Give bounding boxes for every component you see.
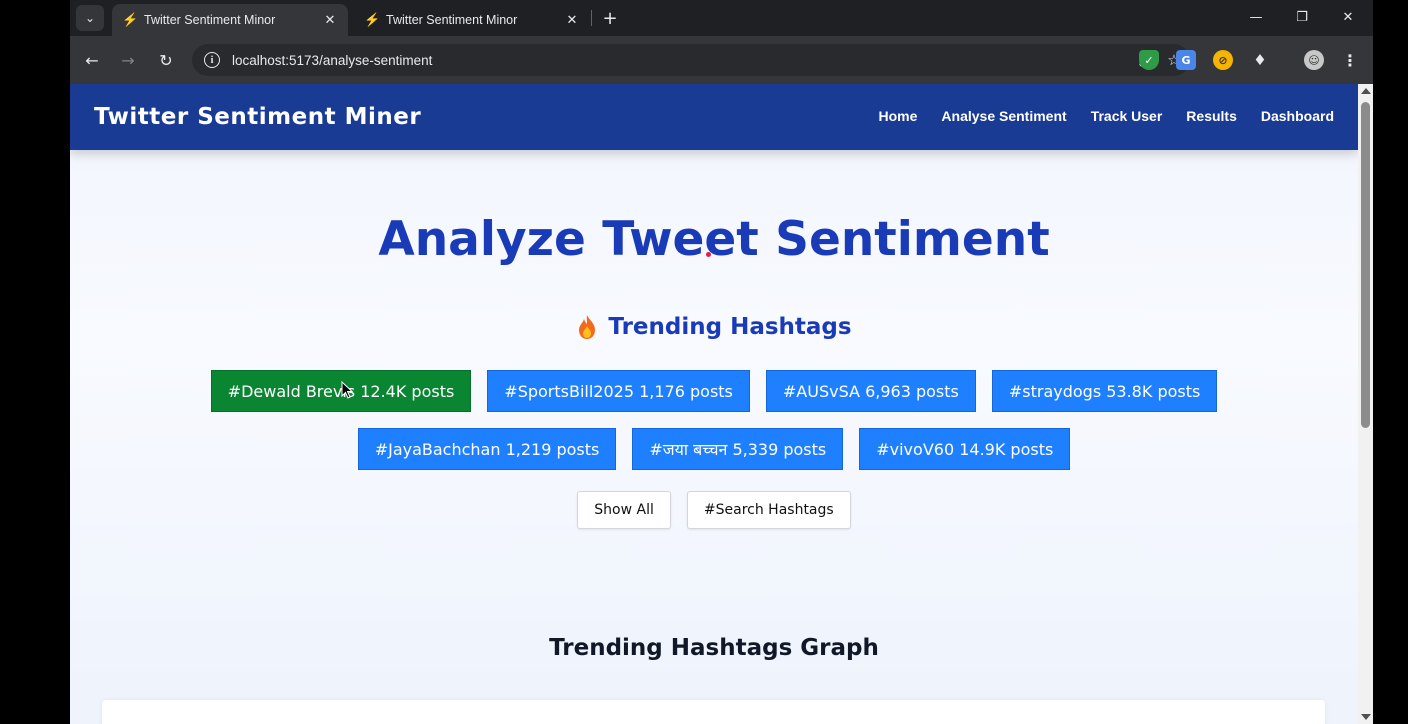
extension-icon[interactable]: ⊘ xyxy=(1213,50,1233,70)
tab-inactive[interactable]: ⚡ Twitter Sentiment Minor ✕ xyxy=(354,4,590,36)
tab-bar: ⌄ ⚡ Twitter Sentiment Minor ✕ ⚡ Twitter … xyxy=(70,0,1373,36)
shield-extension-icon[interactable]: ✓ xyxy=(1139,50,1159,70)
search-hashtags-button[interactable]: #Search Hashtags xyxy=(686,491,851,529)
trending-heading: Trending Hashtags xyxy=(70,314,1358,340)
scroll-thumb[interactable] xyxy=(1361,102,1370,428)
tab-divider xyxy=(591,10,592,26)
browser-chrome: ⌄ ⚡ Twitter Sentiment Minor ✕ ⚡ Twitter … xyxy=(70,0,1373,84)
back-button[interactable]: ← xyxy=(80,48,104,72)
new-tab-button[interactable]: + xyxy=(598,6,622,30)
hashtag-row-2: #JayaBachchan 1,219 posts #जया बच्चन 5,3… xyxy=(70,428,1358,470)
nav-track-user[interactable]: Track User xyxy=(1091,108,1163,124)
nav-dashboard[interactable]: Dashboard xyxy=(1261,108,1334,124)
info-icon[interactable]: i xyxy=(204,52,220,68)
nav-analyse-sentiment[interactable]: Analyse Sentiment xyxy=(941,108,1066,124)
restore-button[interactable]: ❐ xyxy=(1279,4,1325,30)
close-icon[interactable]: ✕ xyxy=(322,12,338,28)
puzzle-icon[interactable]: ♦ xyxy=(1250,50,1270,70)
graph-card xyxy=(102,700,1325,724)
scroll-up-arrow[interactable] xyxy=(1361,88,1371,94)
nav-home[interactable]: Home xyxy=(879,108,918,124)
nav-links: Home Analyse Sentiment Track User Result… xyxy=(879,108,1334,124)
hashtag-button[interactable]: #JayaBachchan 1,219 posts xyxy=(357,428,617,470)
browser-toolbar: ← → ↻ i localhost:5173/analyse-sentiment… xyxy=(70,36,1373,84)
hashtag-actions: Show All #Search Hashtags xyxy=(70,491,1358,529)
decorative-dot xyxy=(706,252,711,257)
forward-button[interactable]: → xyxy=(116,48,140,72)
hashtag-button[interactable]: #SportsBill2025 1,176 posts xyxy=(487,370,750,412)
nav-results[interactable]: Results xyxy=(1186,108,1237,124)
menu-icon[interactable]: ⋮ xyxy=(1340,50,1360,70)
tab-active[interactable]: ⚡ Twitter Sentiment Minor ✕ xyxy=(112,4,348,36)
reload-button[interactable]: ↻ xyxy=(154,48,178,72)
scroll-down-arrow[interactable] xyxy=(1361,714,1371,720)
app-navbar: Twitter Sentiment Miner Home Analyse Sen… xyxy=(70,84,1358,150)
page-title: Analyze Tweet Sentiment xyxy=(378,212,1050,267)
hashtag-button[interactable]: #straydogs 53.8K posts xyxy=(991,370,1218,412)
mouse-cursor-icon xyxy=(341,381,353,399)
close-window-button[interactable]: ✕ xyxy=(1325,4,1371,30)
tab-title: Twitter Sentiment Minor xyxy=(144,13,276,27)
page-viewport: Twitter Sentiment Miner Home Analyse Sen… xyxy=(70,84,1358,724)
hashtag-button[interactable]: #AUSvSA 6,963 posts xyxy=(765,370,976,412)
url-text[interactable]: localhost:5173/analyse-sentiment xyxy=(232,53,1126,68)
bolt-icon: ⚡ xyxy=(364,12,381,27)
page-scrollbar[interactable] xyxy=(1358,84,1373,724)
hashtag-button[interactable]: #vivoV60 14.9K posts xyxy=(859,428,1071,470)
trending-title: Trending Hashtags xyxy=(608,314,852,340)
translate-extension-icon[interactable]: G xyxy=(1176,50,1196,70)
tab-title: Twitter Sentiment Minor xyxy=(386,13,518,27)
tab-search-button[interactable]: ⌄ xyxy=(76,5,104,31)
show-all-button[interactable]: Show All xyxy=(577,491,671,529)
hashtag-row-1: #Dewald Brevis 12.4K posts #SportsBill20… xyxy=(70,370,1358,412)
brand-logo[interactable]: Twitter Sentiment Miner xyxy=(94,104,421,130)
close-icon[interactable]: ✕ xyxy=(564,12,580,28)
minimize-button[interactable]: — xyxy=(1233,4,1279,30)
address-bar[interactable]: i localhost:5173/analyse-sentiment ⚷ ☆ xyxy=(192,44,1190,76)
fire-icon xyxy=(579,315,596,339)
profile-avatar[interactable]: ☺ xyxy=(1304,50,1324,70)
graph-title: Trending Hashtags Graph xyxy=(549,635,879,661)
bolt-icon: ⚡ xyxy=(122,12,139,27)
hashtag-button[interactable]: #जया बच्चन 5,339 posts xyxy=(632,428,844,470)
